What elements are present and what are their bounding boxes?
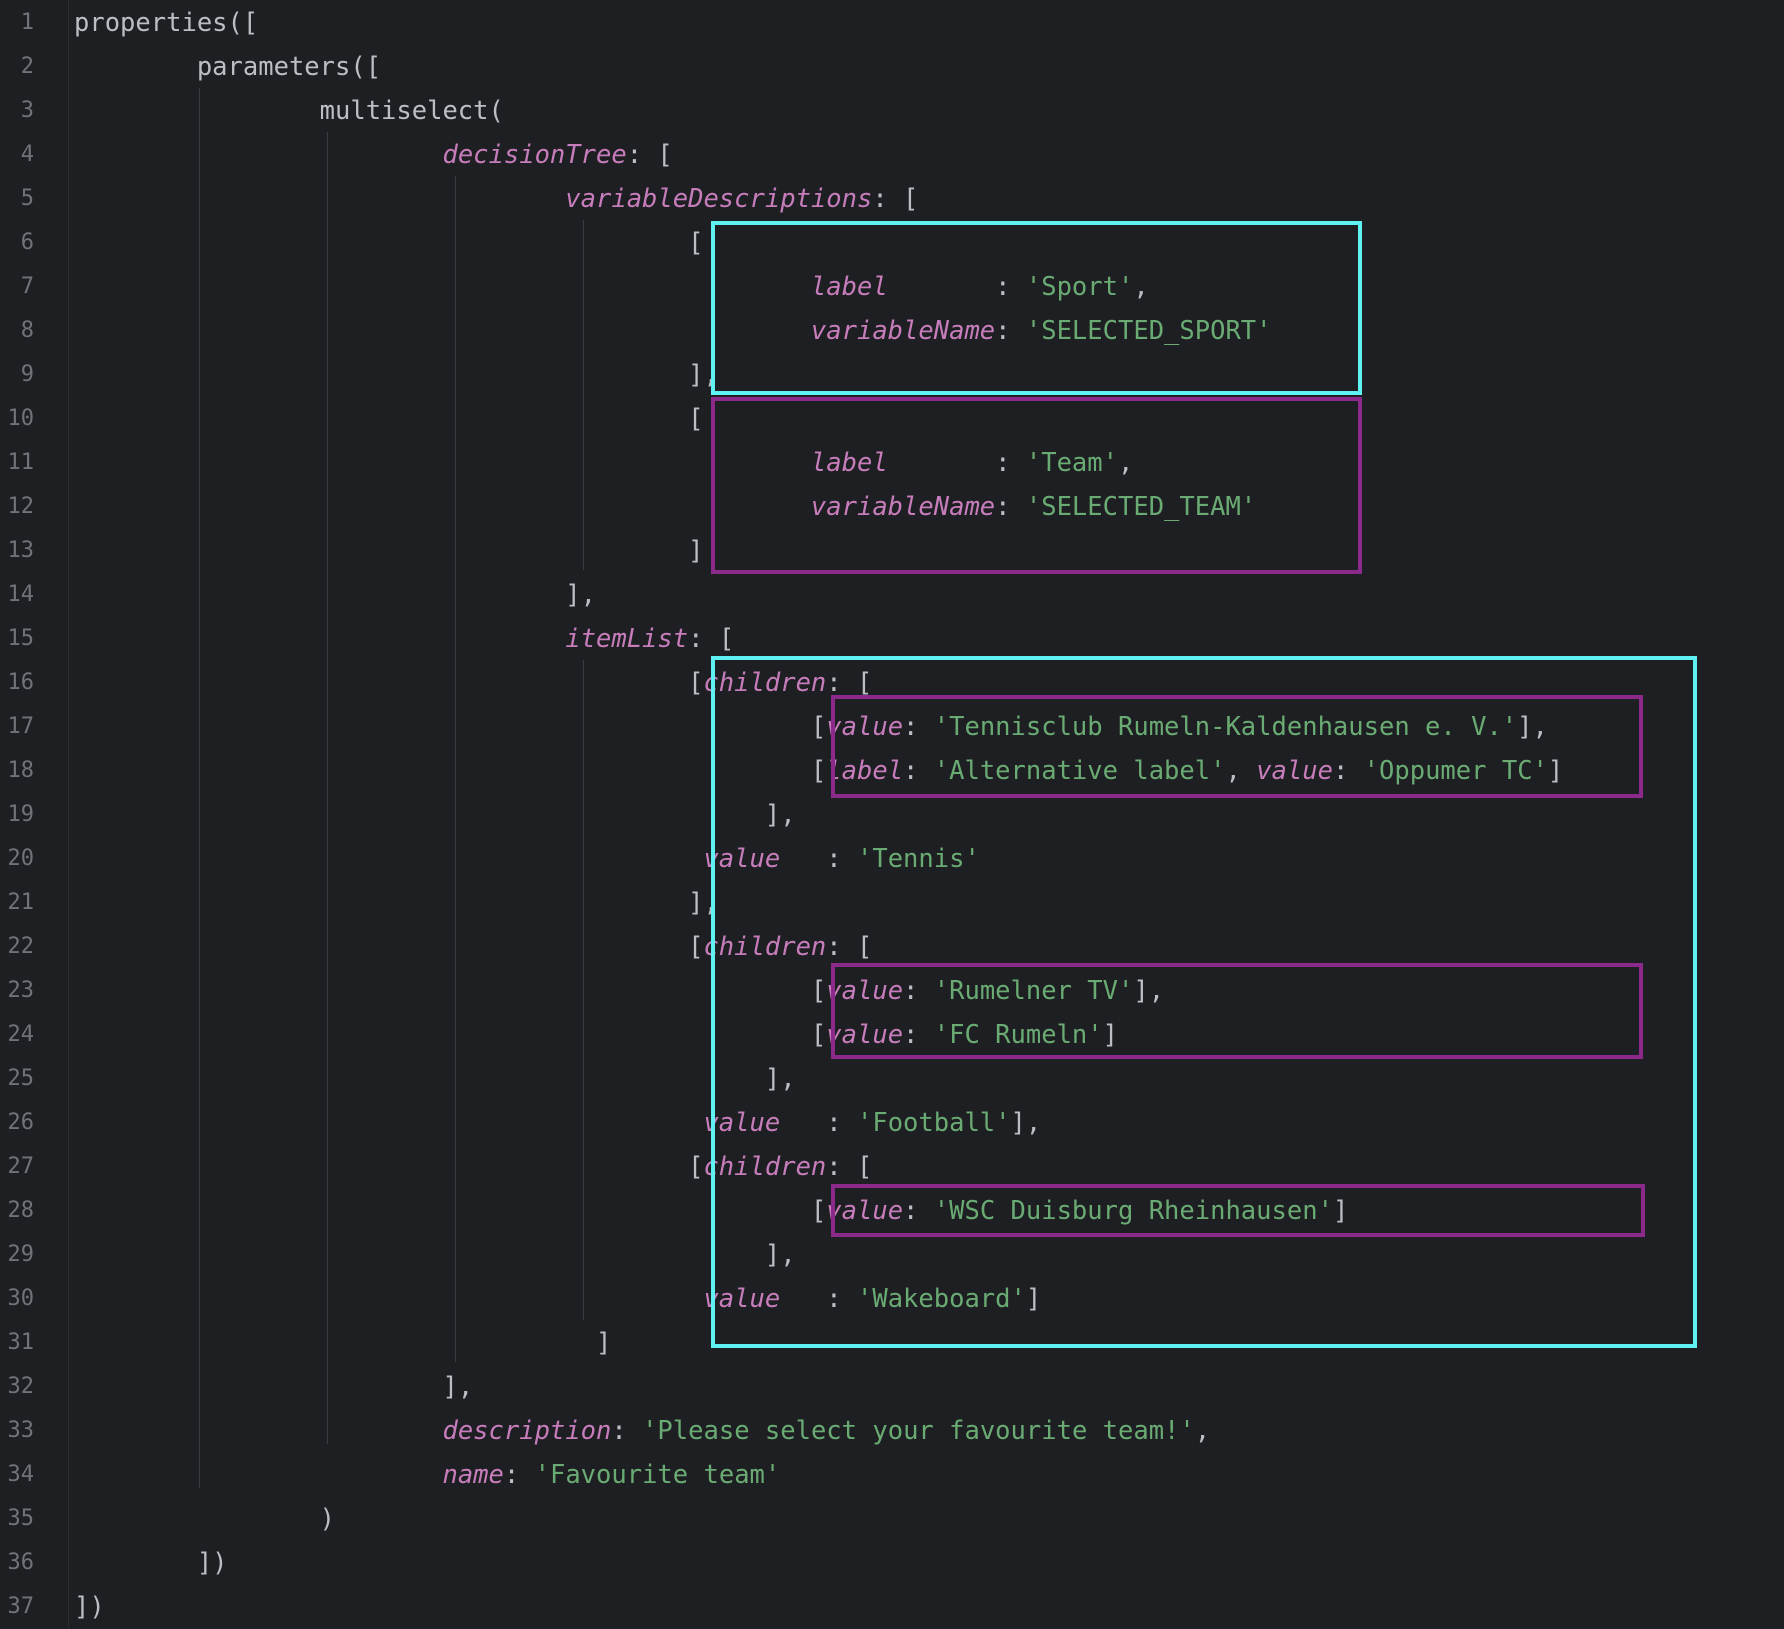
code-token: [ (688, 668, 704, 698)
code-line: itemList: [ (74, 617, 734, 661)
code-token: multiselect( (319, 96, 504, 126)
code-line: [ (74, 221, 703, 265)
code-token: : [ (626, 140, 673, 170)
code-line: ], (74, 353, 719, 397)
code-line: name: 'Favourite team' (74, 1453, 780, 1497)
code-token: [ (688, 932, 704, 962)
code-token: [ (688, 1152, 704, 1182)
code-line: ]) (74, 1541, 228, 1585)
code-token: ] (688, 536, 704, 566)
code-token: [ (688, 404, 704, 434)
code-line: [ (74, 397, 703, 441)
property-key: name (442, 1460, 504, 1490)
code-token: , (1194, 1416, 1211, 1446)
code-line: ], (74, 881, 719, 925)
highlight-box-team (711, 397, 1362, 574)
code-line: ] (74, 529, 703, 573)
code-editor[interactable]: 1 2 3 4 5 6 7 8 9 10 11 12 13 14 15 16 17 18 19 20 21 22 23 24 2… (0, 0, 1784, 1628)
highlight-box-tennis-children (831, 695, 1643, 798)
code-token: : (611, 1416, 643, 1446)
code-line: ) (74, 1497, 335, 1541)
code-token: : (503, 1460, 535, 1490)
code-token: ], (565, 580, 596, 610)
code-line: parameters([ (74, 45, 381, 89)
property-key: variableDescriptions (565, 184, 873, 214)
code-token: properties([ (74, 8, 259, 38)
code-line: multiselect( (74, 89, 504, 133)
highlight-box-wakeboard-children (831, 1184, 1645, 1237)
code-line: ], (74, 1365, 473, 1409)
property-key: decisionTree (442, 140, 627, 170)
code-token: ]) (196, 1548, 228, 1578)
code-token: : [ (872, 184, 919, 214)
code-token: ], (442, 1372, 474, 1402)
code-token: ) (319, 1504, 335, 1534)
code-token: ] (595, 1328, 612, 1358)
code-line: ], (74, 793, 796, 837)
string-literal: 'Favourite team' (534, 1460, 781, 1490)
property-key: description (442, 1416, 612, 1446)
highlight-box-sport (711, 221, 1362, 395)
code-line: decisionTree: [ (74, 133, 673, 177)
code-line: ], (74, 573, 596, 617)
code-line: variableDescriptions: [ (74, 177, 918, 221)
code-token: parameters([ (196, 52, 382, 82)
code-line: description: 'Please select your favouri… (74, 1409, 1210, 1453)
code-line: ], (74, 1233, 796, 1277)
code-line: properties([ (74, 1, 258, 45)
code-line: ]) (74, 1585, 105, 1629)
highlight-box-football-children (831, 963, 1643, 1059)
property-key: itemList (565, 624, 689, 654)
string-literal: 'Please select your favourite team!' (642, 1416, 1195, 1446)
code-token: [ (688, 228, 704, 258)
code-token: : [ (688, 624, 735, 654)
code-line: ], (74, 1057, 796, 1101)
code-token: ]) (74, 1592, 105, 1622)
code-line: ] (74, 1321, 611, 1365)
